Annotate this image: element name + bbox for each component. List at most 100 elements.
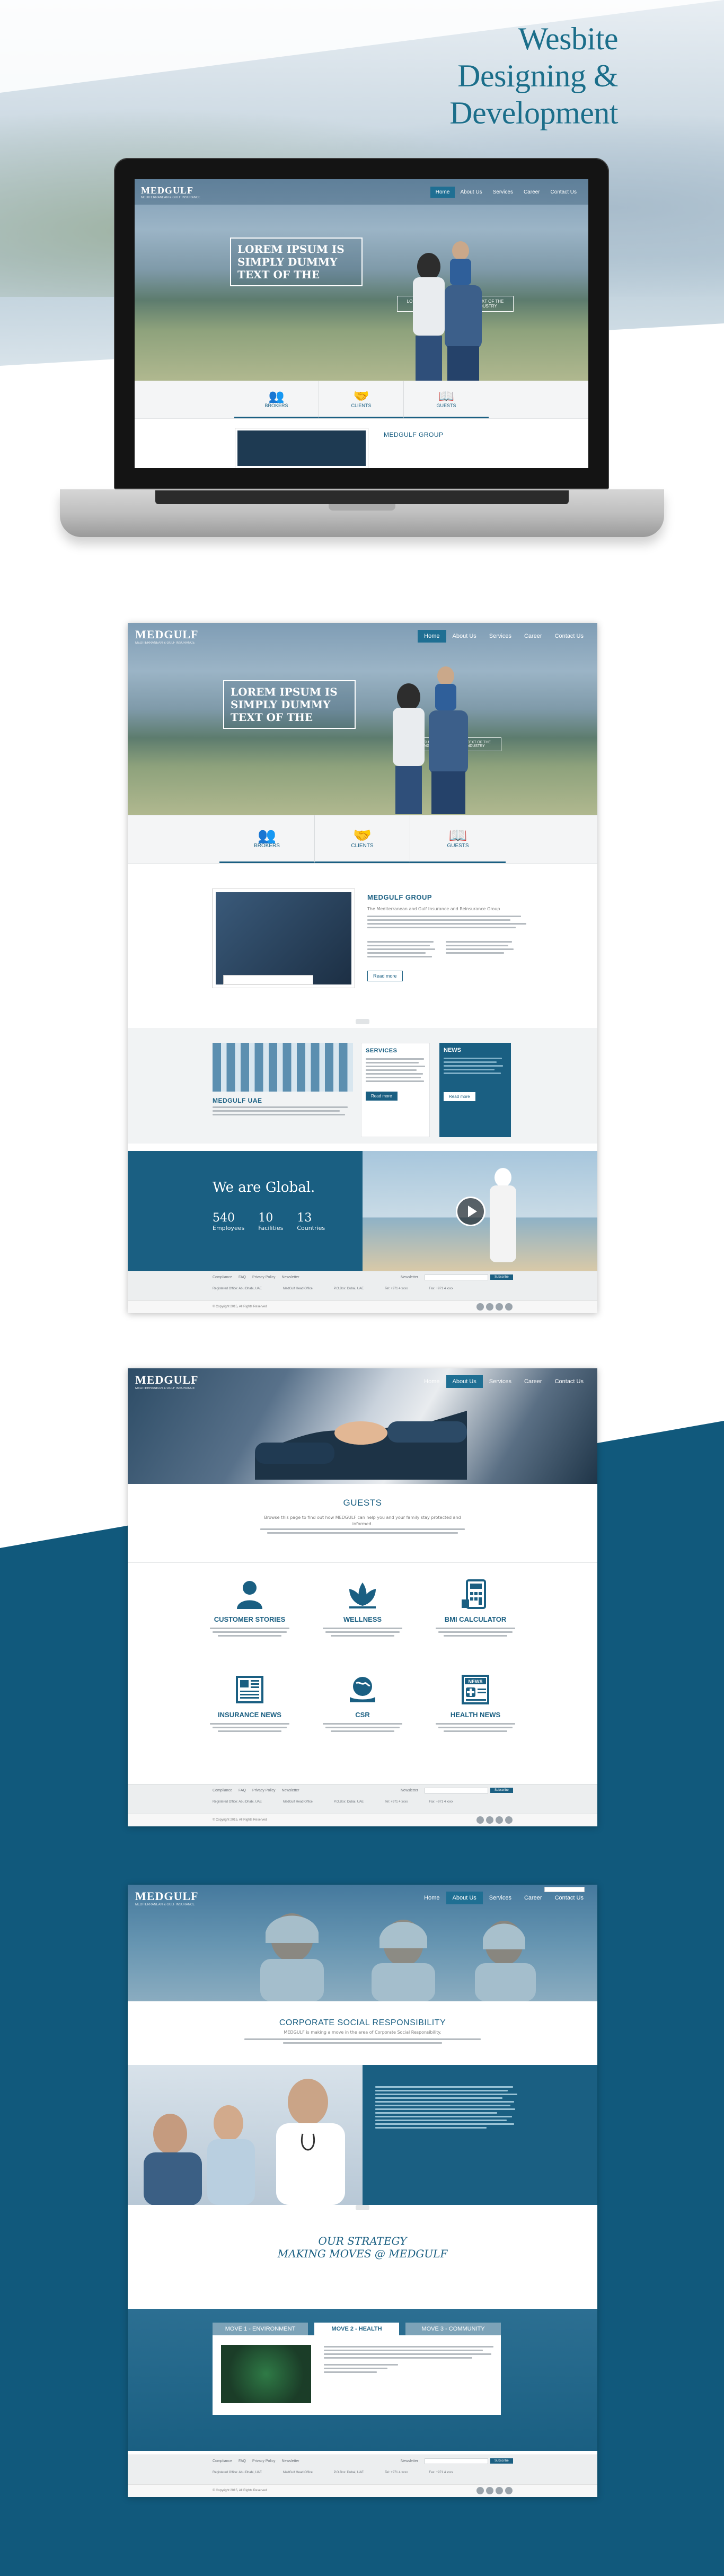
- strategy-tab-community[interactable]: MOVE 3 - COMMUNITY: [405, 2323, 501, 2335]
- nav-about[interactable]: About Us: [455, 187, 487, 198]
- guests-footer-link-faq[interactable]: FAQ: [239, 1789, 246, 1792]
- feature-bmi-calculator[interactable]: BMI CALCULATOR: [433, 1578, 518, 1639]
- home-group-body: The Mediterranean and Gulf Insurance and…: [367, 907, 500, 911]
- guests-footer-link-newsletter[interactable]: Newsletter: [282, 1789, 299, 1792]
- youtube-icon[interactable]: [505, 1303, 513, 1311]
- csr-footer-link-privacy[interactable]: Privacy Policy: [252, 2459, 276, 2463]
- audience-tabs: 👥 BROKERS 🤝 CLIENTS 📖 GUESTS: [135, 381, 588, 419]
- guests-title: GUESTS: [343, 1498, 382, 1508]
- feature-customer-stories[interactable]: CUSTOMER STORIES: [207, 1578, 292, 1639]
- home-footer-links: Compliance FAQ Privacy Policy Newsletter: [213, 1276, 299, 1279]
- home-tab-clients[interactable]: 🤝 CLIENTS: [315, 815, 410, 863]
- home-nav-home[interactable]: Home: [418, 630, 446, 643]
- guests-nav-contact[interactable]: Contact Us: [549, 1375, 590, 1388]
- home-tab-brokers[interactable]: 👥 BROKERS: [219, 815, 315, 863]
- facebook-icon[interactable]: [476, 1816, 484, 1824]
- linkedin-icon[interactable]: [496, 1816, 503, 1824]
- linkedin-icon[interactable]: [496, 2487, 503, 2494]
- guests-newsletter-input[interactable]: [425, 1788, 488, 1793]
- headline-line-3: Development: [449, 95, 618, 130]
- footer-link-newsletter[interactable]: Newsletter: [282, 1276, 299, 1279]
- csr-subscribe-button[interactable]: Subscribe: [490, 2458, 513, 2464]
- home-logo[interactable]: MEDGULF MEDITERRANEAN & GULF INSURANCE: [135, 628, 198, 645]
- news-read-more[interactable]: Read more: [444, 1092, 475, 1101]
- twitter-icon[interactable]: [486, 1816, 493, 1824]
- guests-nav-services[interactable]: Services: [483, 1375, 518, 1388]
- home-group-text: The Mediterranean and Gulf Insurance and…: [367, 906, 526, 930]
- csr-nav-home[interactable]: Home: [418, 1892, 446, 1904]
- tab-clients[interactable]: 🤝 CLIENTS: [319, 381, 404, 418]
- video-play-button[interactable]: [456, 1197, 485, 1226]
- guests-nav-home[interactable]: Home: [418, 1375, 446, 1388]
- tab-guests[interactable]: 📖 GUESTS: [404, 381, 489, 418]
- csr-footer-link-faq[interactable]: FAQ: [239, 2459, 246, 2463]
- strategy-tab-health[interactable]: MOVE 2 - HEALTH: [314, 2323, 399, 2335]
- guests-intro-lines: [260, 1528, 465, 1536]
- news-card: NEWS Read more: [439, 1043, 511, 1137]
- csr-intro: MEDGULF is making a move in the area of …: [284, 2030, 442, 2035]
- footprint-photo: [221, 2345, 311, 2403]
- headline-line-1: Wesbite: [518, 21, 619, 56]
- home-group-read-more[interactable]: Read more: [367, 971, 403, 981]
- uae-columns-photo: [213, 1043, 353, 1092]
- guests-footer-link-compliance[interactable]: Compliance: [213, 1789, 232, 1792]
- home-nav-about[interactable]: About Us: [446, 630, 483, 643]
- nav-career[interactable]: Career: [518, 187, 545, 198]
- youtube-icon[interactable]: [505, 2487, 513, 2494]
- strategy-tab-environment[interactable]: MOVE 1 - ENVIRONMENT: [213, 2323, 308, 2335]
- csr-newsletter-input[interactable]: [425, 2458, 488, 2464]
- nav-contact[interactable]: Contact Us: [545, 187, 582, 198]
- nav-services[interactable]: Services: [488, 187, 518, 198]
- tab-brokers[interactable]: 👥 BROKERS: [234, 381, 319, 418]
- site-logo[interactable]: MEDGULF MEDITERRANEAN & GULF INSURANCE: [141, 185, 200, 199]
- facebook-icon[interactable]: [476, 2487, 484, 2494]
- calculator-icon: [462, 1579, 486, 1609]
- play-icon: [468, 1206, 477, 1217]
- global-panel: We are Global. 540 Employees 10 Facilities…: [128, 1151, 363, 1271]
- csr-footer-link-compliance[interactable]: Compliance: [213, 2459, 232, 2463]
- guests-subscribe-button[interactable]: Subscribe: [490, 1788, 513, 1793]
- feature-csr[interactable]: CSR: [320, 1674, 405, 1734]
- csr-logo[interactable]: MEDGULF MEDITERRANEAN & GULF INSURANCE: [135, 1889, 198, 1906]
- services-title: SERVICES: [366, 1048, 398, 1054]
- guests-copyright-bar: © Copyright 2015, All Rights Reserved: [128, 1814, 597, 1826]
- guests-footer-link-privacy[interactable]: Privacy Policy: [252, 1789, 276, 1792]
- book-icon: 📖: [448, 827, 467, 843]
- youtube-icon[interactable]: [505, 1816, 513, 1824]
- footer-link-compliance[interactable]: Compliance: [213, 1276, 232, 1279]
- nav-home[interactable]: Home: [430, 186, 455, 198]
- twitter-icon[interactable]: [486, 1303, 493, 1311]
- feature-insurance-news[interactable]: INSURANCE NEWS: [207, 1674, 292, 1734]
- linkedin-icon[interactable]: [496, 1303, 503, 1311]
- subscribe-button[interactable]: Subscribe: [490, 1274, 513, 1280]
- feature-health-news[interactable]: NEWS HEALTH NEWS: [433, 1674, 518, 1734]
- home-nav-career[interactable]: Career: [518, 630, 549, 643]
- home-nav-contact[interactable]: Contact Us: [549, 630, 590, 643]
- csr-footer-link-newsletter[interactable]: Newsletter: [282, 2459, 299, 2463]
- global-title: We are Global.: [213, 1180, 315, 1195]
- footer-link-faq[interactable]: FAQ: [239, 1276, 246, 1279]
- services-read-more[interactable]: Read more: [366, 1092, 398, 1101]
- csr-nav-career[interactable]: Career: [518, 1892, 549, 1904]
- address-4: Tel: +971 4 xxxx: [385, 1287, 408, 1290]
- csr-nav: Home About Us Services Career Contact Us: [418, 1892, 590, 1904]
- health-news-icon: NEWS: [462, 1675, 489, 1704]
- feature-wellness[interactable]: WELLNESS: [320, 1578, 405, 1639]
- footer-link-privacy[interactable]: Privacy Policy: [252, 1276, 276, 1279]
- newsletter-input[interactable]: [425, 1274, 488, 1280]
- home-tab-guests[interactable]: 📖 GUESTS: [410, 815, 506, 863]
- guests-nav-career[interactable]: Career: [518, 1375, 549, 1388]
- facebook-icon[interactable]: [476, 1303, 484, 1311]
- stat-facilities: 10 Facilities: [258, 1211, 284, 1232]
- guests-logo[interactable]: MEDGULF MEDITERRANEAN & GULF INSURANCE: [135, 1373, 198, 1390]
- guests-header: MEDGULF MEDITERRANEAN & GULF INSURANCE Ho…: [128, 1368, 597, 1395]
- news-title: NEWS: [444, 1047, 461, 1053]
- twitter-icon[interactable]: [486, 2487, 493, 2494]
- csr-title: CORPORATE SOCIAL RESPONSIBILITY: [279, 2018, 446, 2027]
- home-nav-services[interactable]: Services: [483, 630, 518, 643]
- guests-nav-about[interactable]: About Us: [446, 1375, 483, 1388]
- csr-nav-services[interactable]: Services: [483, 1892, 518, 1904]
- guests-copyright: © Copyright 2015, All Rights Reserved: [213, 1818, 267, 1822]
- csr-nav-contact[interactable]: Contact Us: [549, 1892, 590, 1904]
- csr-nav-about[interactable]: About Us: [446, 1892, 483, 1904]
